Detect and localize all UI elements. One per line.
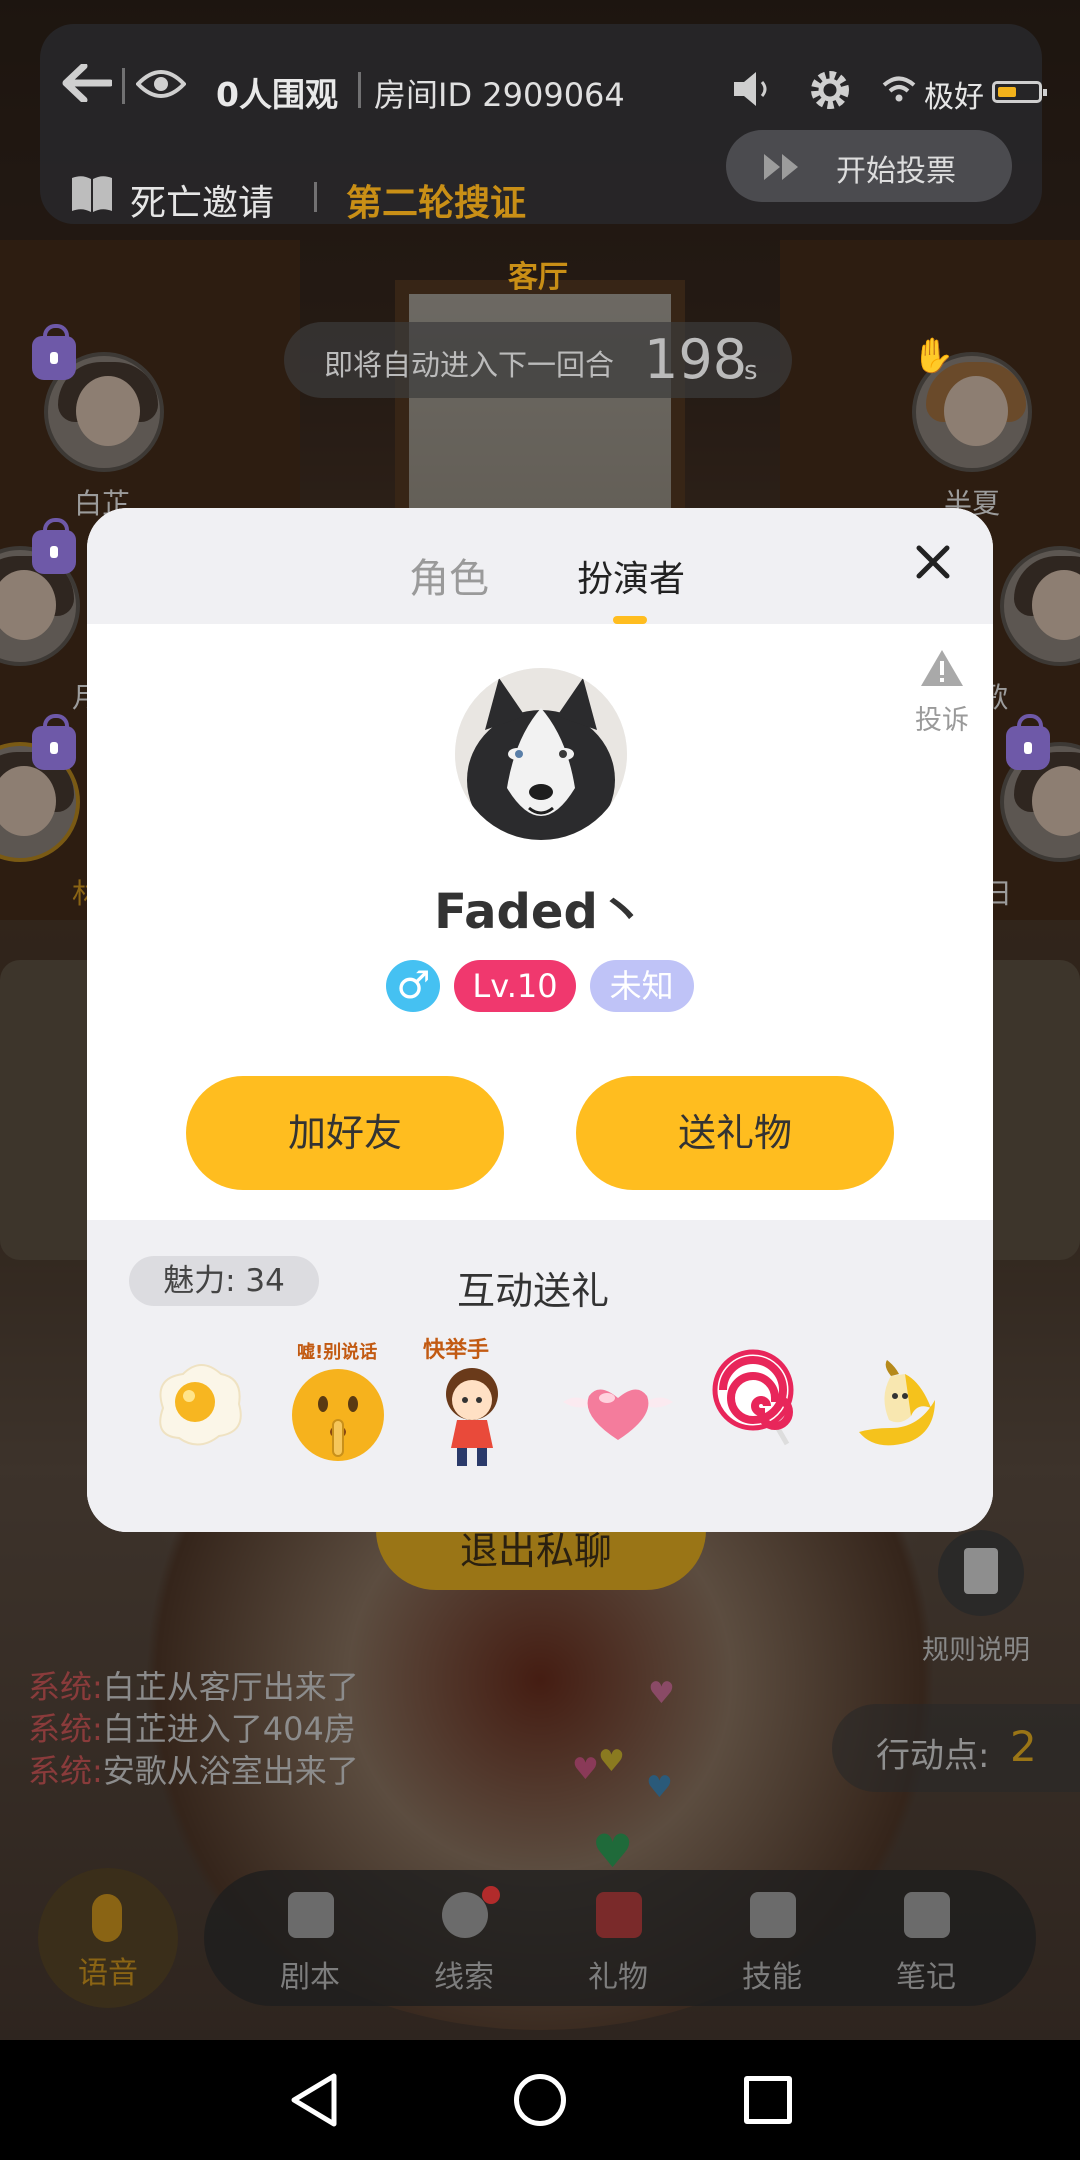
username: Faded丶 bbox=[434, 884, 646, 940]
level-badge: Lv.10 bbox=[454, 960, 576, 1012]
status-badge: 未知 bbox=[589, 960, 694, 1012]
system-chat-log: 系统:白芷从客厅出来了 系统:白芷进入了404房 系统:安歌从浴室出来了 bbox=[28, 1666, 359, 1792]
voice-label: 语音 bbox=[78, 1956, 138, 1991]
battery-icon bbox=[992, 81, 1047, 103]
microphone-icon bbox=[92, 1894, 122, 1942]
husky-avatar-image bbox=[455, 668, 627, 840]
lock-icon bbox=[32, 714, 76, 770]
tab-actor[interactable]: 扮演者 bbox=[577, 550, 685, 602]
timer-text: 即将自动进入下一回合 bbox=[324, 348, 615, 382]
dialog-tab-bar: 角色 扮演者 bbox=[87, 508, 993, 624]
charm-badge: 魅力: 34 bbox=[129, 1256, 319, 1306]
round-label: 第二轮搜证 bbox=[346, 183, 527, 224]
book-icon bbox=[288, 1892, 334, 1938]
wifi-icon bbox=[882, 76, 916, 102]
timer-unit: s bbox=[744, 356, 758, 386]
start-vote-label: 开始投票 bbox=[836, 154, 956, 189]
back-arrow-icon[interactable] bbox=[62, 64, 112, 102]
android-nav-bar bbox=[0, 2040, 1080, 2160]
notes-icon bbox=[904, 1892, 950, 1938]
chat-line: 系统:安歌从浴室出来了 bbox=[28, 1752, 359, 1790]
interactive-gift-panel: 魅力: 34 互动送礼 嘘!别说话 快举手 bbox=[87, 1220, 993, 1532]
notification-dot bbox=[482, 1886, 500, 1904]
report-button[interactable]: 投诉 bbox=[909, 648, 975, 737]
close-icon[interactable] bbox=[913, 542, 953, 582]
lock-icon bbox=[1006, 714, 1050, 770]
action-points-label: 行动点: bbox=[876, 1736, 990, 1776]
male-gender-icon: ♂ bbox=[386, 960, 441, 1012]
cartoon-girl-gift-icon[interactable] bbox=[417, 1360, 527, 1470]
banana-gift-icon[interactable] bbox=[839, 1356, 949, 1466]
lock-icon bbox=[32, 518, 76, 574]
winged-heart-gift-icon[interactable] bbox=[553, 1354, 683, 1464]
script-name: 死亡邀请 bbox=[130, 183, 275, 224]
player-info-dialog: 角色 扮演者 投诉 Faded丶 ♂ Lv.10 未知 加好友 送礼物 魅力: … bbox=[87, 508, 993, 1532]
user-avatar[interactable] bbox=[455, 668, 627, 840]
raised-hand-icon: ✋ bbox=[912, 336, 955, 376]
user-badges: ♂ Lv.10 未知 bbox=[87, 960, 993, 1012]
nav-recent-icon[interactable] bbox=[744, 2076, 792, 2124]
key-icon bbox=[442, 1892, 488, 1938]
tab-role[interactable]: 角色 bbox=[409, 546, 489, 604]
start-vote-button[interactable]: 开始投票 bbox=[726, 130, 1012, 202]
gear-icon[interactable] bbox=[808, 68, 852, 112]
send-gift-button[interactable]: 送礼物 bbox=[576, 1076, 894, 1190]
rules-button[interactable] bbox=[938, 1530, 1024, 1616]
book-icon bbox=[72, 176, 112, 212]
fried-egg-gift-icon[interactable] bbox=[143, 1348, 253, 1458]
action-points: 行动点: 2 bbox=[832, 1704, 1080, 1792]
nav-home-icon[interactable] bbox=[514, 2074, 566, 2126]
chat-line: 系统:白芷进入了404房 bbox=[28, 1710, 356, 1748]
active-tab-indicator bbox=[613, 616, 647, 624]
room-id: 房间ID 2909064 bbox=[374, 76, 625, 114]
dock-skills[interactable]: 技能 bbox=[712, 1870, 832, 2006]
round-timer: 即将自动进入下一回合 198 s bbox=[284, 322, 792, 398]
floating-heart-icon: ♥ bbox=[572, 1752, 599, 1787]
report-label: 投诉 bbox=[915, 705, 969, 736]
fast-forward-icon bbox=[764, 154, 798, 180]
skill-icon bbox=[750, 1892, 796, 1938]
bottom-dock: 剧本 线索 礼物 技能 笔记 bbox=[204, 1870, 1036, 2006]
timer-value: 198 bbox=[644, 328, 748, 391]
watcher-count: 0人围观 bbox=[216, 75, 338, 114]
shush-emoji-gift-icon[interactable] bbox=[283, 1360, 393, 1470]
lollipop-gift-icon[interactable] bbox=[703, 1344, 813, 1454]
floating-heart-icon: ♥ bbox=[648, 1676, 675, 1711]
chat-line: 系统:白芷从客厅出来了 bbox=[28, 1668, 359, 1706]
signal-quality: 极好 bbox=[924, 80, 984, 115]
room-top-bar: 0人围观 房间ID 2909064 极好 死亡邀请 第二轮搜证 开始投票 bbox=[40, 24, 1047, 224]
floating-heart-icon: ♥ bbox=[598, 1744, 625, 1779]
floating-heart-icon: ♥ bbox=[646, 1770, 673, 1805]
voice-button[interactable]: 语音 bbox=[38, 1868, 178, 2008]
action-points-value: 2 bbox=[1010, 1722, 1037, 1771]
eye-icon bbox=[136, 70, 186, 98]
dock-notes[interactable]: 笔记 bbox=[866, 1870, 986, 2006]
interact-gift-title: 互动送礼 bbox=[457, 1269, 610, 1313]
add-friend-button[interactable]: 加好友 bbox=[186, 1076, 504, 1190]
gift-icon bbox=[596, 1892, 642, 1938]
document-icon bbox=[964, 1548, 998, 1594]
warning-icon bbox=[921, 650, 963, 686]
dock-script[interactable]: 剧本 bbox=[250, 1870, 370, 2006]
lock-icon bbox=[32, 324, 76, 380]
nav-back-icon[interactable] bbox=[288, 2072, 340, 2128]
dock-gifts[interactable]: 礼物 bbox=[558, 1870, 678, 2006]
speaker-icon[interactable] bbox=[732, 70, 772, 108]
location-label: 客厅 bbox=[508, 260, 568, 295]
rules-label: 规则说明 bbox=[922, 1635, 1030, 1666]
dock-clues[interactable]: 线索 bbox=[404, 1870, 524, 2006]
